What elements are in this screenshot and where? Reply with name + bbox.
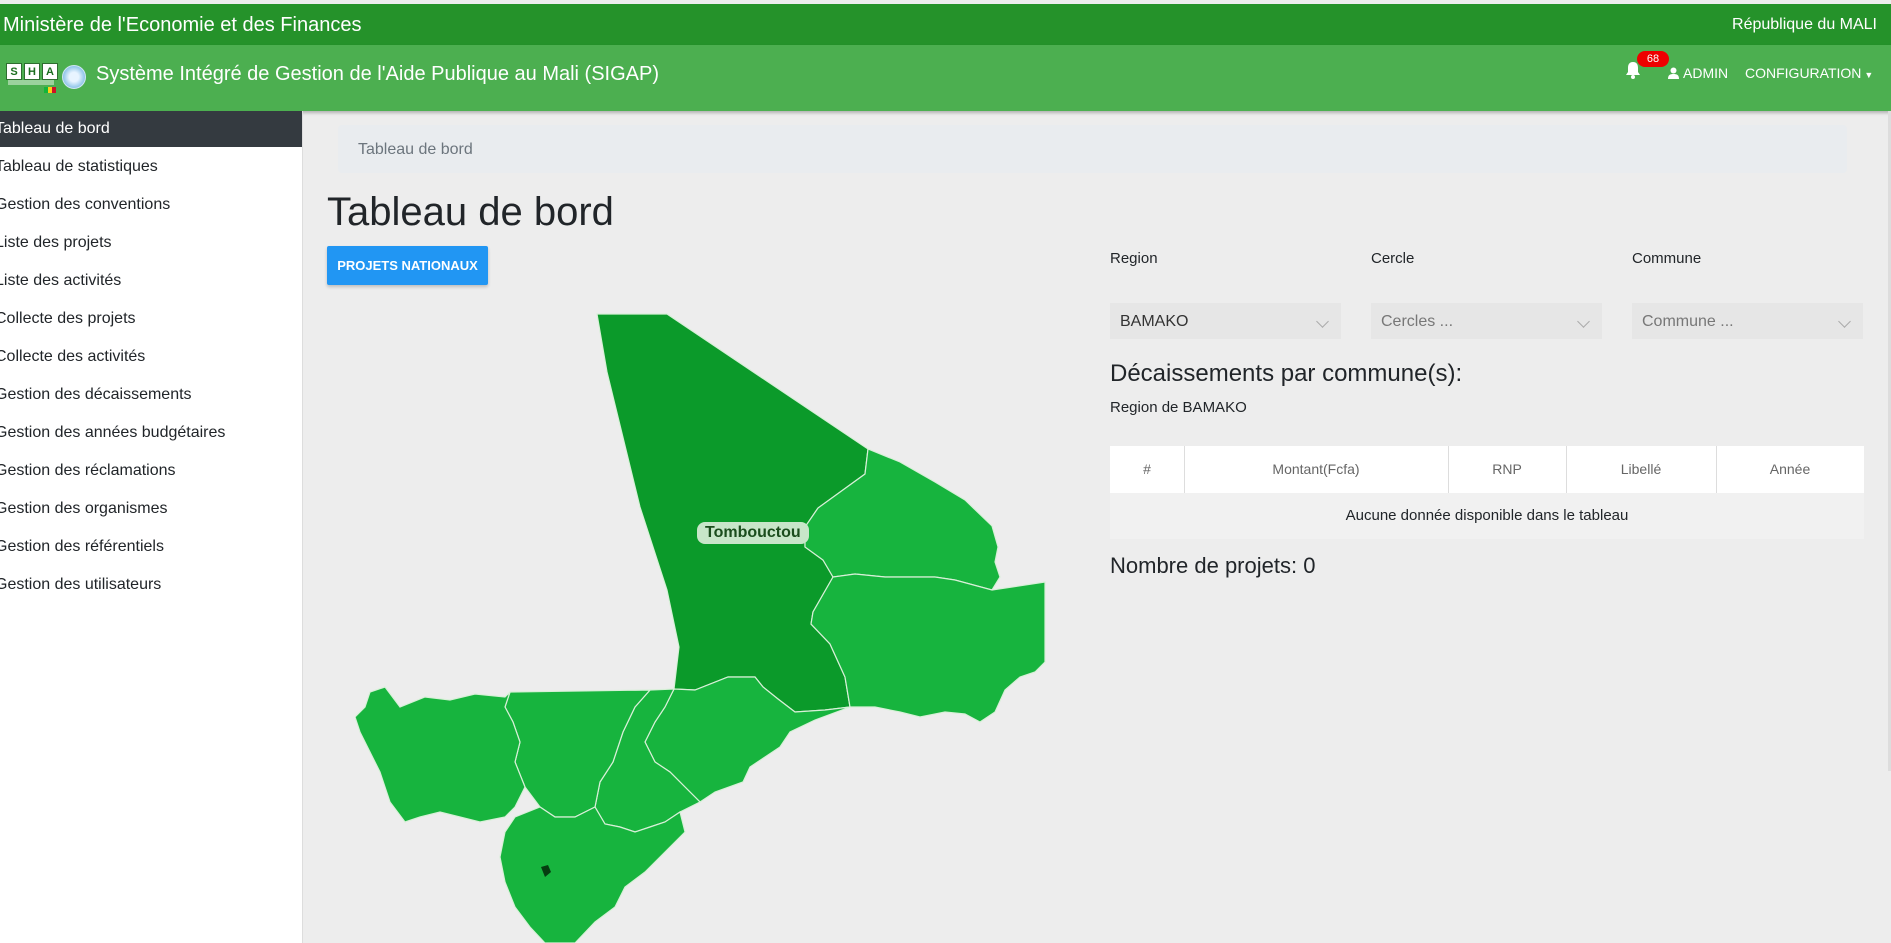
admin-menu[interactable]: ADMIN (1668, 65, 1728, 81)
chevron-down-icon (1316, 315, 1329, 328)
region-select[interactable]: BAMAKO (1110, 303, 1341, 339)
sidebar-item-label: Gestion des conventions (0, 196, 171, 213)
column-header[interactable]: Montant(Fcfa) (1184, 446, 1449, 493)
map-region-kayes[interactable] (355, 686, 526, 823)
map-region-label: Tombouctou (697, 522, 809, 544)
region-select-value: BAMAKO (1120, 313, 1189, 330)
commune-select[interactable]: Commune ... (1632, 303, 1863, 339)
sidebar-item-label: Gestion des décaissements (0, 386, 192, 403)
region-label: Region (1110, 250, 1158, 267)
chevron-down-icon (1838, 315, 1851, 328)
caret-down-icon: ▼ (1864, 70, 1874, 80)
sidebar-item-annees-budgetaires[interactable]: Gestion des années budgétaires (0, 415, 302, 451)
column-header[interactable]: RNP (1448, 446, 1567, 493)
commune-label: Commune (1632, 250, 1702, 267)
mali-map (355, 313, 1046, 943)
sidebar-item-statistiques[interactable]: Tableau de statistiques (0, 149, 302, 185)
column-header[interactable]: # (1110, 446, 1185, 493)
decaissements-table: # Montant(Fcfa) RNP Libellé Année Aucune… (1110, 446, 1864, 539)
mali-flag-icon (44, 87, 56, 93)
admin-label: ADMIN (1683, 65, 1729, 81)
sidebar-item-label: Tableau de bord (0, 120, 110, 137)
sidebar-item-label: Gestion des utilisateurs (0, 576, 162, 593)
configuration-label: CONFIGURATION (1745, 65, 1862, 81)
app-navbar: S H A Système Intégré de Gestion de l'Ai… (0, 45, 1891, 111)
projects-count: Nombre de projets: 0 (1110, 553, 1316, 578)
section-title: Décaissements par commune(s): (1110, 360, 1463, 387)
sidebar-item-label: Collecte des activités (0, 348, 146, 365)
sidebar-item-decaissements[interactable]: Gestion des décaissements (0, 377, 302, 413)
app-title[interactable]: Système Intégré de Gestion de l'Aide Pub… (96, 63, 659, 86)
commune-select-placeholder: Commune ... (1642, 313, 1734, 330)
logo-letter: H (24, 63, 40, 80)
page-title: Tableau de bord (327, 190, 614, 234)
map-region-sikasso[interactable] (499, 806, 686, 943)
breadcrumb: Tableau de bord (338, 125, 1847, 173)
cercle-select[interactable]: Cercles ... (1371, 303, 1602, 339)
sidebar-item-tableau-de-bord[interactable]: Tableau de bord (0, 111, 302, 147)
sidebar-item-organismes[interactable]: Gestion des organismes (0, 491, 302, 527)
sidebar-item-label: Gestion des référentiels (0, 538, 164, 555)
ministry-topbar: Ministère de l'Economie et des Finances … (0, 4, 1891, 45)
sidebar-item-label: Gestion des réclamations (0, 462, 176, 479)
sidebar-item-utilisateurs[interactable]: Gestion des utilisateurs (0, 567, 302, 603)
sidebar-item-label: Liste des activités (0, 272, 122, 289)
chevron-down-icon (1577, 315, 1590, 328)
sidebar-item-collecte-activites[interactable]: Collecte des activités (0, 339, 302, 375)
notification-badge: 68 (1637, 51, 1669, 67)
sidebar: Tableau de bord Tableau de statistiques … (0, 111, 303, 943)
sidebar-item-label: Liste des projets (0, 234, 112, 251)
sidebar-item-label: Collecte des projets (0, 310, 136, 327)
region-subtitle: Region de BAMAKO (1110, 399, 1247, 416)
cercle-label: Cercle (1371, 250, 1415, 267)
ministry-name: Ministère de l'Economie et des Finances (3, 14, 362, 36)
user-icon (1668, 67, 1679, 79)
logo-letter: A (42, 63, 58, 80)
sidebar-item-label: Tableau de statistiques (0, 158, 158, 175)
column-header[interactable]: Année (1716, 446, 1864, 493)
sha-logo[interactable]: S H A (6, 63, 58, 99)
sidebar-item-liste-projets[interactable]: Liste des projets (0, 225, 302, 261)
sidebar-item-collecte-projets[interactable]: Collecte des projets (0, 301, 302, 337)
configuration-menu[interactable]: CONFIGURATION ▼ (1745, 65, 1873, 81)
table-empty-message: Aucune donnée disponible dans le tableau (1110, 493, 1864, 539)
projets-nationaux-button[interactable]: PROJETS NATIONAUX (327, 246, 488, 285)
column-header[interactable]: Libellé (1566, 446, 1717, 493)
sidebar-item-label: Gestion des organismes (0, 500, 168, 517)
table-header: # Montant(Fcfa) RNP Libellé Année (1110, 446, 1864, 493)
sidebar-item-label: Gestion des années budgétaires (0, 424, 226, 441)
sidebar-item-referentiels[interactable]: Gestion des référentiels (0, 529, 302, 565)
sidebar-item-conventions[interactable]: Gestion des conventions (0, 187, 302, 223)
breadcrumb-item[interactable]: Tableau de bord (358, 141, 473, 159)
sidebar-item-reclamations[interactable]: Gestion des réclamations (0, 453, 302, 489)
emblem-icon (62, 65, 86, 89)
sidebar-item-liste-activites[interactable]: Liste des activités (0, 263, 302, 299)
cercle-select-placeholder: Cercles ... (1381, 313, 1454, 330)
republic-label: République du MALI (1732, 16, 1877, 33)
logo-letter: S (6, 63, 22, 80)
